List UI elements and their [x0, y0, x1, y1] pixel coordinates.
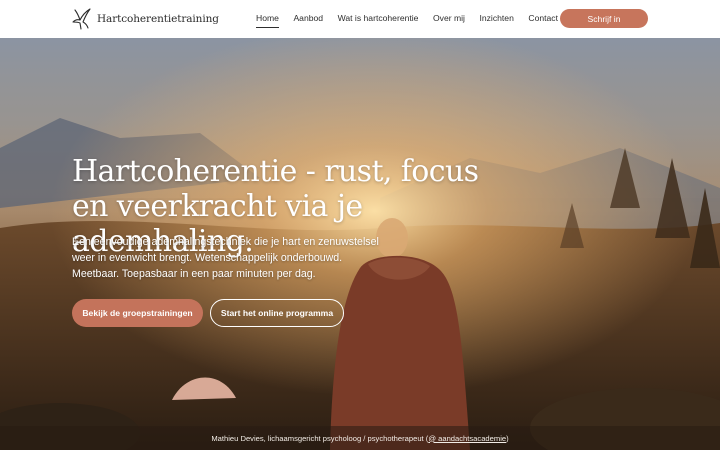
hero-section: Hartcoherentie - rust, focus en veerkrac… — [0, 38, 720, 450]
hero-subtitle-line: weer in evenwicht brengt. Wetenschappeli… — [72, 252, 343, 264]
signup-button[interactable]: Schrijf in — [560, 9, 648, 28]
hero-subtitle-line: Een eenvoudige ademhalingstechniek die j… — [72, 236, 379, 248]
photo-caption: Mathieu Devies, lichaamsgericht psycholo… — [0, 426, 720, 450]
hero-subtitle: Een eenvoudige ademhalingstechniek die j… — [72, 234, 402, 282]
nav-inzichten[interactable]: Inzichten — [479, 13, 513, 23]
nav-aanbod[interactable]: Aanbod — [293, 13, 323, 23]
main-nav: Home Aanbod Wat is hartcoherentie Over m… — [256, 13, 558, 28]
nav-home[interactable]: Home — [256, 13, 279, 28]
group-trainings-button[interactable]: Bekijk de groepstrainingen — [72, 299, 203, 327]
hero-subtitle-line: Meetbaar. Toepasbaar in een paar minuten… — [72, 268, 316, 280]
caption-text: Mathieu Devies, lichaamsgericht psycholo… — [211, 433, 429, 443]
caption-suffix: ) — [506, 433, 509, 443]
caption-link[interactable]: @ aandachtsacademie — [428, 434, 506, 443]
logo[interactable]: Hartcoherentietraining — [72, 8, 219, 30]
bird-icon — [72, 8, 92, 30]
logo-text: Hartcoherentietraining — [97, 13, 219, 25]
online-program-button[interactable]: Start het online programma — [210, 299, 344, 327]
nav-wat-is-hartcoherentie[interactable]: Wat is hartcoherentie — [338, 13, 419, 23]
nav-over-mij[interactable]: Over mij — [433, 13, 465, 23]
nav-contact[interactable]: Contact — [528, 13, 558, 23]
site-header: Hartcoherentietraining Home Aanbod Wat i… — [0, 0, 720, 38]
